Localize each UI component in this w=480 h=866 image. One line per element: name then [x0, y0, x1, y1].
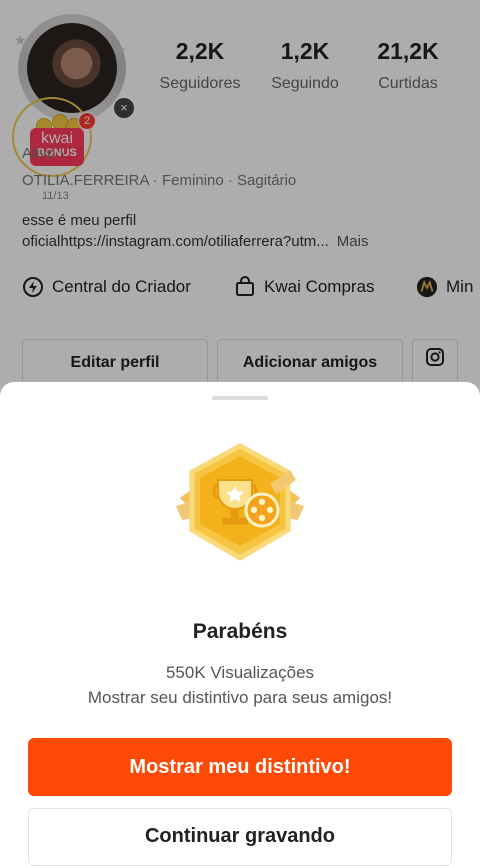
badge-bottom-sheet: Parabéns 550K Visualizações Mostrar seu … — [0, 382, 480, 866]
sheet-description: Mostrar seu distintivo para seus amigos! — [87, 688, 393, 707]
sheet-title: Parabéns — [192, 620, 288, 643]
trophy-film-badge-icon — [166, 440, 314, 568]
sheet-handle[interactable] — [212, 396, 268, 400]
show-badge-button[interactable]: Mostrar meu distintivo! — [28, 738, 452, 796]
continue-recording-button[interactable]: Continuar gravando — [28, 808, 452, 866]
views-text: 550K Visualizações — [165, 663, 315, 682]
